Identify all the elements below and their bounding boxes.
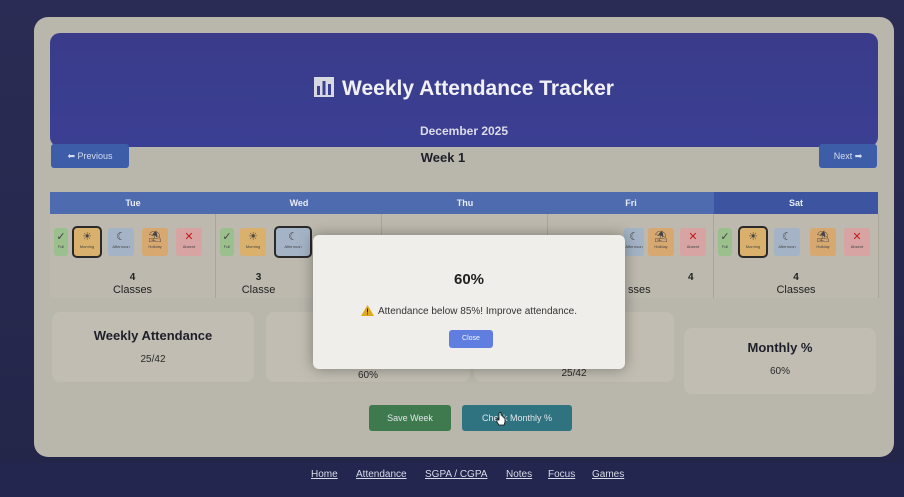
- moon-icon: ☾: [288, 231, 298, 243]
- day-header-sat: Sat: [714, 192, 878, 214]
- bar-chart-icon: [314, 77, 335, 97]
- page-title: Weekly Attendance Tracker: [50, 77, 878, 101]
- cross-icon: ✕: [852, 231, 862, 243]
- close-button[interactable]: Close: [449, 330, 493, 348]
- morning-chip[interactable]: ☀ Morning: [240, 228, 266, 256]
- holiday-chip[interactable]: ⛱ Holiday: [810, 228, 836, 256]
- check-monthly-button[interactable]: Check Monthly %: [462, 405, 572, 431]
- afternoon-chip[interactable]: ☾ Afternoon: [274, 226, 312, 258]
- sun-icon: ☀: [248, 231, 258, 243]
- page-header: Weekly Attendance Tracker December 2025: [50, 33, 878, 147]
- alert-message-text: Attendance below 85%! Improve attendance…: [377, 306, 578, 317]
- absent-chip[interactable]: ✕ Absent: [844, 228, 870, 256]
- moon-icon: ☾: [116, 231, 126, 243]
- footer-link-home[interactable]: Home: [311, 469, 338, 480]
- holiday-chip[interactable]: ⛱ Holiday: [142, 228, 168, 256]
- week-label: Week 1: [420, 150, 466, 165]
- month-label: December 2025: [419, 124, 509, 138]
- stat-value: 25/42: [561, 368, 587, 379]
- afternoon-chip[interactable]: ☾ Afternoon: [108, 228, 134, 256]
- morning-chip[interactable]: ☀ Morning: [738, 226, 768, 258]
- classes-label: sses: [628, 284, 651, 296]
- afternoon-chip[interactable]: ☾ Afternoon: [624, 228, 644, 256]
- cross-icon: ✕: [184, 231, 194, 243]
- check-icon: ✓: [222, 231, 232, 243]
- footer-nav: Home Attendance SGPA / CGPA Notes Focus …: [0, 463, 904, 497]
- classes-label: Classes: [776, 284, 816, 296]
- stat-card-monthly-percent: Monthly % 60%: [684, 328, 876, 394]
- full-chip[interactable]: ✓ Full: [718, 228, 732, 256]
- check-icon: ✓: [56, 231, 66, 243]
- classes-count: 4: [793, 272, 799, 283]
- full-chip[interactable]: ✓ Full: [54, 228, 68, 256]
- sun-icon: ☀: [82, 231, 92, 243]
- stat-value: 60%: [769, 366, 790, 377]
- beach-icon: ⛱: [654, 231, 668, 243]
- cross-icon: ✕: [688, 231, 698, 243]
- day-cell-sat: ✓ Full ☀ Morning ☾ Afternoon ⛱ Holiday ✕ Abse…: [714, 214, 879, 298]
- stat-title: Weekly Attendance: [93, 328, 213, 343]
- absent-chip[interactable]: ✕ Absent: [680, 228, 706, 256]
- afternoon-chip[interactable]: ☾ Afternoon: [774, 228, 800, 256]
- stat-value: 60%: [357, 370, 378, 381]
- morning-chip[interactable]: ☀ Morning: [72, 226, 102, 258]
- warning-icon: [360, 305, 374, 316]
- footer-link-attendance[interactable]: Attendance: [356, 469, 407, 480]
- next-week-button[interactable]: Next ➡: [819, 144, 877, 168]
- previous-week-button[interactable]: ⬅ Previous: [51, 144, 129, 168]
- holiday-chip[interactable]: ⛱ Holiday: [648, 228, 674, 256]
- page-title-text: Weekly Attendance Tracker: [342, 77, 614, 100]
- beach-icon: ⛱: [148, 231, 162, 243]
- days-header-bar: Tue Wed Thu Fri Sat: [50, 192, 878, 214]
- save-week-button[interactable]: Save Week: [369, 405, 451, 431]
- alert-percent: 60%: [453, 271, 485, 288]
- stat-card-weekly: Weekly Attendance 25/42: [52, 312, 254, 382]
- beach-icon: ⛱: [816, 231, 830, 243]
- day-header-wed: Wed: [289, 198, 309, 208]
- footer-link-focus[interactable]: Focus: [548, 469, 575, 480]
- footer-link-sgpa-cgpa[interactable]: SGPA / CGPA: [425, 469, 487, 480]
- hand-cursor-icon: [496, 412, 506, 426]
- alert-message: Attendance below 85%! Improve attendance…: [313, 305, 625, 317]
- stat-title: Monthly %: [747, 340, 813, 355]
- footer-link-notes[interactable]: Notes: [506, 469, 532, 480]
- sun-icon: ☀: [748, 231, 758, 243]
- stat-value: 25/42: [140, 354, 166, 365]
- moon-icon: ☾: [782, 231, 792, 243]
- moon-icon: ☾: [629, 231, 639, 243]
- attendance-alert-modal: 60% Attendance below 85%! Improve attend…: [313, 235, 625, 369]
- absent-chip[interactable]: ✕ Absent: [176, 228, 202, 256]
- check-icon: ✓: [720, 231, 730, 243]
- footer-link-games[interactable]: Games: [592, 469, 624, 480]
- day-header-tue: Tue: [125, 198, 141, 208]
- day-header-fri: Fri: [625, 198, 637, 208]
- full-chip[interactable]: ✓ Full: [220, 228, 234, 256]
- day-header-thu: Thu: [456, 198, 474, 208]
